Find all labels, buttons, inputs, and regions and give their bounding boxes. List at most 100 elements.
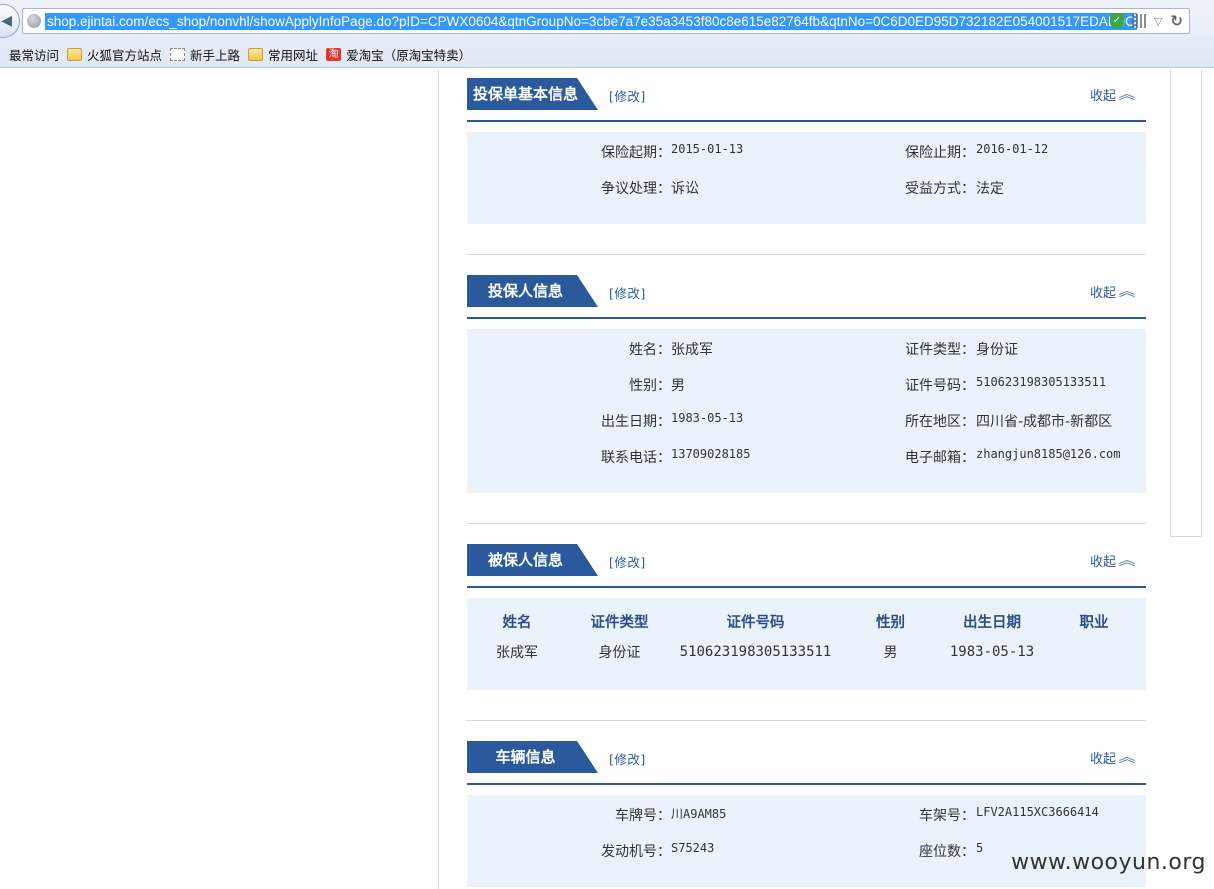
right-side-panel <box>1170 69 1202 537</box>
field-value: 13709028185 <box>671 447 751 461</box>
section-title: 被保人信息 <box>467 544 598 576</box>
back-button[interactable]: ◀ <box>0 4 20 38</box>
taobao-icon: 淘 <box>326 47 342 61</box>
insured-table: 姓名 证件类型 证件号码 性别 出生日期 职业 张成军 身份证 51062319… <box>467 598 1146 674</box>
chevron-up-icon: ︽ <box>1118 87 1136 103</box>
folder-icon <box>67 47 83 61</box>
bookmark-ai-taobao[interactable]: 淘 爱淘宝（原淘宝特卖） <box>326 45 471 64</box>
column-header: 出生日期 <box>963 614 1021 631</box>
table-cell: 男 <box>883 645 898 661</box>
column-header: 证件类型 <box>590 614 649 631</box>
field-value: 诉讼 <box>671 181 699 197</box>
bookmarks-bar: 最常访问 火狐官方站点 新手上路 常用网址 淘 爱淘宝（原淘宝特卖） <box>0 42 479 66</box>
field-value: 男 <box>671 378 685 394</box>
chevron-up-icon: ︽ <box>1118 553 1136 569</box>
reload-icon[interactable]: ↻ <box>1170 12 1183 30</box>
field-value: 2016-01-12 <box>976 142 1049 156</box>
table-cell <box>1042 638 1146 674</box>
field-label: 车牌号： <box>615 808 671 824</box>
field-row: 保险起期： 2015-01-13 保险止期： 2016-01-12 <box>467 142 1146 178</box>
table-cell: 张成军 <box>496 645 538 661</box>
browser-toolbar: ◀ shop.ejintai.com/ecs_shop/nonvhl/showA… <box>0 0 1214 68</box>
field-value: S75243 <box>671 841 715 855</box>
field-row: 争议处理： 诉讼 受益方式： 法定 <box>467 178 1146 214</box>
shield-icon[interactable]: ✓ <box>1109 13 1124 29</box>
field-row: 联系电话： 13709028185 电子邮箱： zhangjun8185@126… <box>467 447 1146 483</box>
watermark: www.wooyun.org <box>1011 850 1206 875</box>
qr-code-icon[interactable] <box>1131 14 1146 28</box>
table-cell: 510623198305133511 <box>679 644 832 660</box>
field-value: 张成军 <box>671 342 713 358</box>
field-value: LFV2A115XC3666414 <box>976 805 1099 819</box>
field-label: 车架号： <box>919 808 975 824</box>
field-value: 川A9AM85 <box>671 807 727 821</box>
field-label: 争议处理： <box>601 181 671 197</box>
field-label: 保险起期： <box>601 145 671 161</box>
field-value: 身份证 <box>976 342 1018 358</box>
field-value: 5 <box>976 841 984 855</box>
field-label: 联系电话： <box>601 450 671 466</box>
field-row: 车牌号： 川A9AM85 车架号： LFV2A115XC3666414 <box>467 805 1146 841</box>
table-row: 张成军 身份证 510623198305133511 男 1983-05-13 <box>467 638 1146 674</box>
field-label: 受益方式： <box>905 181 975 197</box>
column-header: 姓名 <box>502 614 532 631</box>
field-label: 证件类型： <box>905 342 975 358</box>
section-header: 被保人信息 [修改] 收起 ︽ <box>467 544 1146 588</box>
chevron-up-icon: ︽ <box>1118 284 1136 300</box>
collapse-button[interactable]: 收起 ︽ <box>1090 84 1136 104</box>
field-label: 性别： <box>629 378 671 394</box>
field-label: 座位数： <box>919 844 975 860</box>
bookmark-most-visited[interactable]: 最常访问 <box>0 45 59 64</box>
field-value: 四川省-成都市-新都区 <box>976 414 1113 430</box>
globe-icon <box>27 14 41 28</box>
content-left-border <box>438 69 439 889</box>
field-value: 法定 <box>976 181 1004 197</box>
field-value: zhangjun8185@126.com <box>976 447 1121 461</box>
field-label: 保险止期： <box>905 145 975 161</box>
section-divider <box>467 720 1146 721</box>
field-label: 所在地区： <box>905 414 975 430</box>
section-body: 姓名 证件类型 证件号码 性别 出生日期 职业 张成军 身份证 51062319… <box>467 598 1146 690</box>
edit-link[interactable]: [修改] <box>609 552 646 571</box>
section-header: 车辆信息 [修改] 收起 ︽ <box>467 741 1146 785</box>
field-label: 出生日期： <box>601 414 671 430</box>
field-row: 姓名： 张成军 证件类型： 身份证 <box>467 339 1146 375</box>
policy-info-section: 投保单基本信息 [修改] 收起 ︽ 保险起期： 2015-01-13 保险止期：… <box>467 78 1146 224</box>
collapse-button[interactable]: 收起 ︽ <box>1090 747 1135 767</box>
page-icon <box>170 47 186 61</box>
section-title: 投保单基本信息 <box>467 78 598 110</box>
bookmark-getting-started[interactable]: 新手上路 <box>170 45 240 64</box>
bookmark-common-sites[interactable]: 常用网址 <box>248 45 318 64</box>
table-header-row: 姓名 证件类型 证件号码 性别 出生日期 职业 <box>467 598 1146 638</box>
field-label: 证件号码： <box>905 378 975 394</box>
bookmark-star-icon <box>0 48 4 61</box>
table-cell: 1983-05-13 <box>949 644 1035 660</box>
chevron-down-icon[interactable]: ▽ <box>1154 15 1162 28</box>
section-body: 姓名： 张成军 证件类型： 身份证 性别： 男 证件号码： 5106231983… <box>467 329 1146 493</box>
field-label: 发动机号： <box>601 844 671 860</box>
section-header: 投保人信息 [修改] 收起 ︽ <box>467 275 1146 319</box>
bookmark-firefox-site[interactable]: 火狐官方站点 <box>67 45 162 64</box>
field-value: 2015-01-13 <box>671 142 744 156</box>
edit-link[interactable]: [修改] <box>609 749 646 768</box>
column-header: 职业 <box>1079 614 1109 631</box>
edit-link[interactable]: [修改] <box>609 86 646 105</box>
applicant-info-section: 投保人信息 [修改] 收起 ︽ 姓名： 张成军 证件类型： 身份证 性别： 男 … <box>467 275 1146 493</box>
collapse-button[interactable]: 收起 ︽ <box>1090 550 1136 570</box>
section-divider <box>467 523 1146 524</box>
field-value: 510623198305133511 <box>976 375 1107 389</box>
field-value: 1983-05-13 <box>671 411 744 425</box>
section-header: 投保单基本信息 [修改] 收起 ︽ <box>467 78 1146 122</box>
section-title: 车辆信息 <box>467 741 598 773</box>
field-label: 电子邮箱： <box>905 450 975 466</box>
field-label: 姓名： <box>629 342 671 358</box>
section-body: 保险起期： 2015-01-13 保险止期： 2016-01-12 争议处理： … <box>467 132 1146 224</box>
field-row: 出生日期： 1983-05-13 所在地区： 四川省-成都市-新都区 <box>467 411 1146 447</box>
url-text[interactable]: shop.ejintai.com/ecs_shop/nonvhl/showApp… <box>45 13 1137 30</box>
column-header: 证件号码 <box>726 614 785 631</box>
edit-link[interactable]: [修改] <box>609 283 646 302</box>
collapse-button[interactable]: 收起 ︽ <box>1090 281 1136 301</box>
address-bar[interactable]: shop.ejintai.com/ecs_shop/nonvhl/showApp… <box>22 8 1190 34</box>
section-title: 投保人信息 <box>467 275 598 307</box>
insured-info-section: 被保人信息 [修改] 收起 ︽ 姓名 证件类型 证件号码 性别 出生日期 职业 <box>467 544 1146 690</box>
